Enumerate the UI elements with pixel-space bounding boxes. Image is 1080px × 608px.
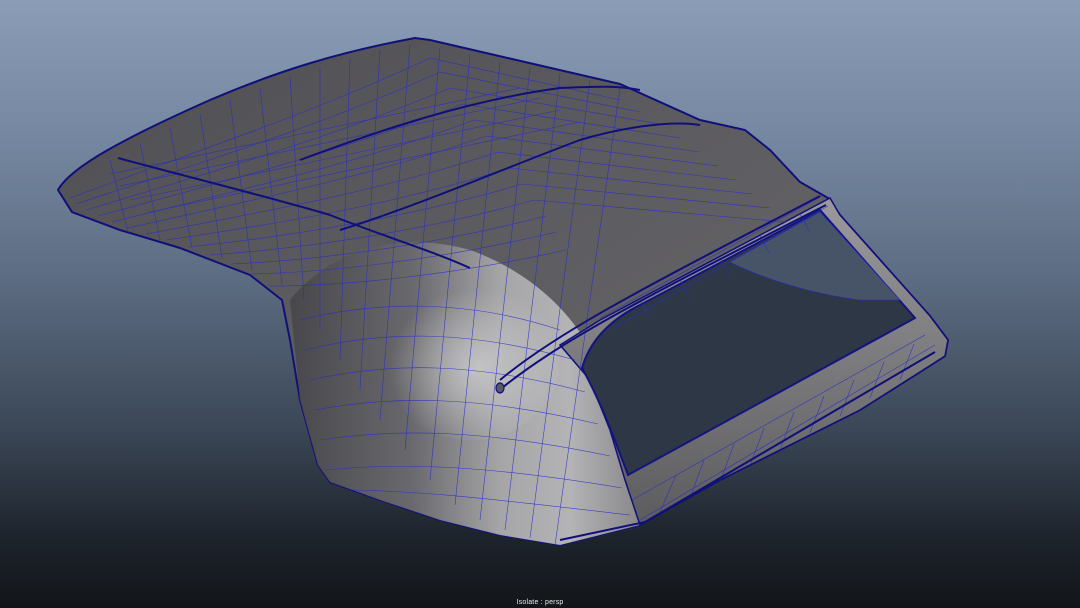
rim-end-cap [495,382,505,394]
maya-perspective-viewport[interactable]: Isolate : persp [0,0,1080,608]
convertible-soft-top-mesh[interactable] [0,0,1080,608]
soft-top-body[interactable] [56,36,950,547]
camera-label: Isolate : persp [516,599,564,606]
